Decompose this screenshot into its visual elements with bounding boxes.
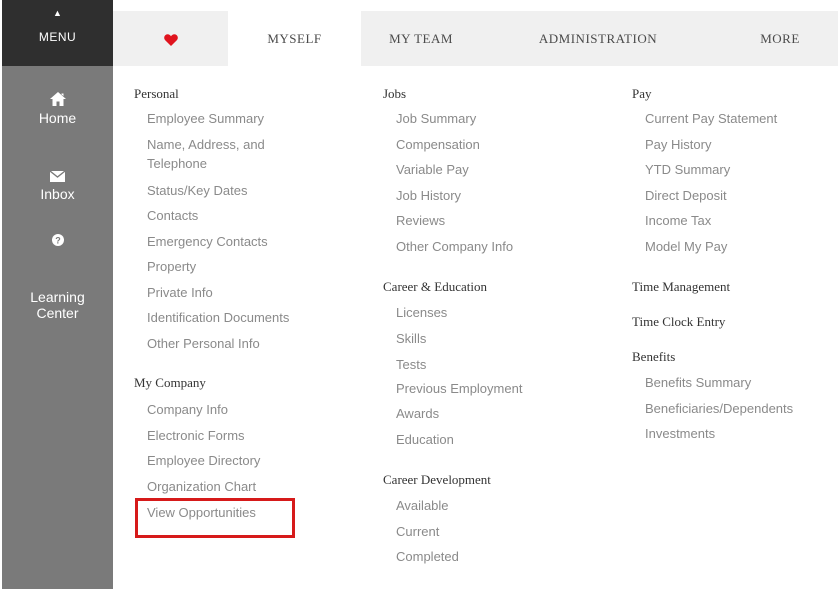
link-pay-history[interactable]: Pay History <box>645 137 711 153</box>
svg-text:?: ? <box>55 236 61 246</box>
nav-item-learning-center[interactable]: Learning Center <box>2 289 113 321</box>
tab-favorites[interactable] <box>113 11 228 66</box>
link-organization-chart[interactable]: Organization Chart <box>147 479 256 495</box>
section-heading-personal: Personal <box>134 86 179 101</box>
link-private-info[interactable]: Private Info <box>147 285 213 301</box>
link-model-my-pay[interactable]: Model My Pay <box>645 239 727 255</box>
nav-item-home[interactable]: Home <box>2 92 113 126</box>
tab-more[interactable]: MORE <box>745 11 815 66</box>
nav-item-label: Inbox <box>40 186 75 202</box>
link-previous-employment[interactable]: Previous Employment <box>396 381 522 397</box>
heart-icon <box>163 34 178 47</box>
link-current-pay-statement[interactable]: Current Pay Statement <box>645 111 777 127</box>
link-current[interactable]: Current <box>396 524 439 540</box>
section-heading-career-education: Career & Education <box>383 279 487 294</box>
tab-administration[interactable]: ADMINISTRATION <box>523 11 673 66</box>
home-icon <box>49 92 66 106</box>
left-nav: Home Inbox ? Learning Center <box>2 66 113 589</box>
link-income-tax[interactable]: Income Tax <box>645 213 711 229</box>
link-status-key-dates[interactable]: Status/Key Dates <box>147 183 247 199</box>
link-investments[interactable]: Investments <box>645 426 715 442</box>
section-heading-my-company: My Company <box>134 375 206 390</box>
menu-label: MENU <box>38 30 77 44</box>
section-heading-career-development: Career Development <box>383 472 491 487</box>
link-education[interactable]: Education <box>396 432 454 448</box>
tab-myself[interactable]: MYSELF <box>228 11 361 66</box>
link-other-personal-info[interactable]: Other Personal Info <box>147 336 260 352</box>
menu-button[interactable]: ▲ MENU <box>2 0 113 66</box>
link-awards[interactable]: Awards <box>396 406 439 422</box>
link-beneficiaries-dependents[interactable]: Beneficiaries/Dependents <box>645 401 793 417</box>
section-heading-benefits: Benefits <box>632 349 676 364</box>
link-employee-summary[interactable]: Employee Summary <box>147 111 264 127</box>
link-property[interactable]: Property <box>147 259 196 275</box>
top-tab-bar: MYSELF MY TEAM ADMINISTRATION MORE <box>113 11 838 66</box>
link-employee-directory[interactable]: Employee Directory <box>147 453 260 469</box>
link-ytd-summary[interactable]: YTD Summary <box>645 162 730 178</box>
nav-item-help[interactable]: ? <box>2 234 113 250</box>
link-job-summary[interactable]: Job Summary <box>396 111 476 127</box>
link-completed[interactable]: Completed <box>396 549 459 565</box>
tab-my-team[interactable]: MY TEAM <box>361 11 481 66</box>
link-time-management[interactable]: Time Management <box>632 279 730 295</box>
question-icon: ? <box>51 234 64 246</box>
link-contacts[interactable]: Contacts <box>147 208 198 224</box>
link-electronic-forms[interactable]: Electronic Forms <box>147 428 245 444</box>
link-identification-documents[interactable]: Identification Documents <box>147 310 289 326</box>
link-available[interactable]: Available <box>396 498 449 514</box>
link-name-address-telephone-line2[interactable]: Telephone <box>147 156 207 172</box>
caret-up-icon: ▲ <box>53 8 62 18</box>
section-heading-jobs: Jobs <box>383 86 407 101</box>
link-compensation[interactable]: Compensation <box>396 137 480 153</box>
link-other-company-info[interactable]: Other Company Info <box>396 239 513 255</box>
link-time-clock-entry[interactable]: Time Clock Entry <box>632 314 725 330</box>
link-skills[interactable]: Skills <box>396 331 426 347</box>
link-emergency-contacts[interactable]: Emergency Contacts <box>147 234 268 250</box>
link-name-address-telephone[interactable]: Name, Address, and <box>147 137 265 153</box>
nav-item-label: Home <box>38 110 77 126</box>
section-heading-pay: Pay <box>632 86 652 101</box>
highlight-box <box>135 498 295 538</box>
link-licenses[interactable]: Licenses <box>396 305 447 321</box>
link-reviews[interactable]: Reviews <box>396 213 445 229</box>
link-variable-pay[interactable]: Variable Pay <box>396 162 469 178</box>
envelope-icon <box>50 171 65 182</box>
link-tests[interactable]: Tests <box>396 357 426 373</box>
link-job-history[interactable]: Job History <box>396 188 461 204</box>
nav-item-inbox[interactable]: Inbox <box>2 171 113 202</box>
link-benefits-summary[interactable]: Benefits Summary <box>645 375 751 391</box>
link-company-info[interactable]: Company Info <box>147 402 228 418</box>
link-direct-deposit[interactable]: Direct Deposit <box>645 188 727 204</box>
